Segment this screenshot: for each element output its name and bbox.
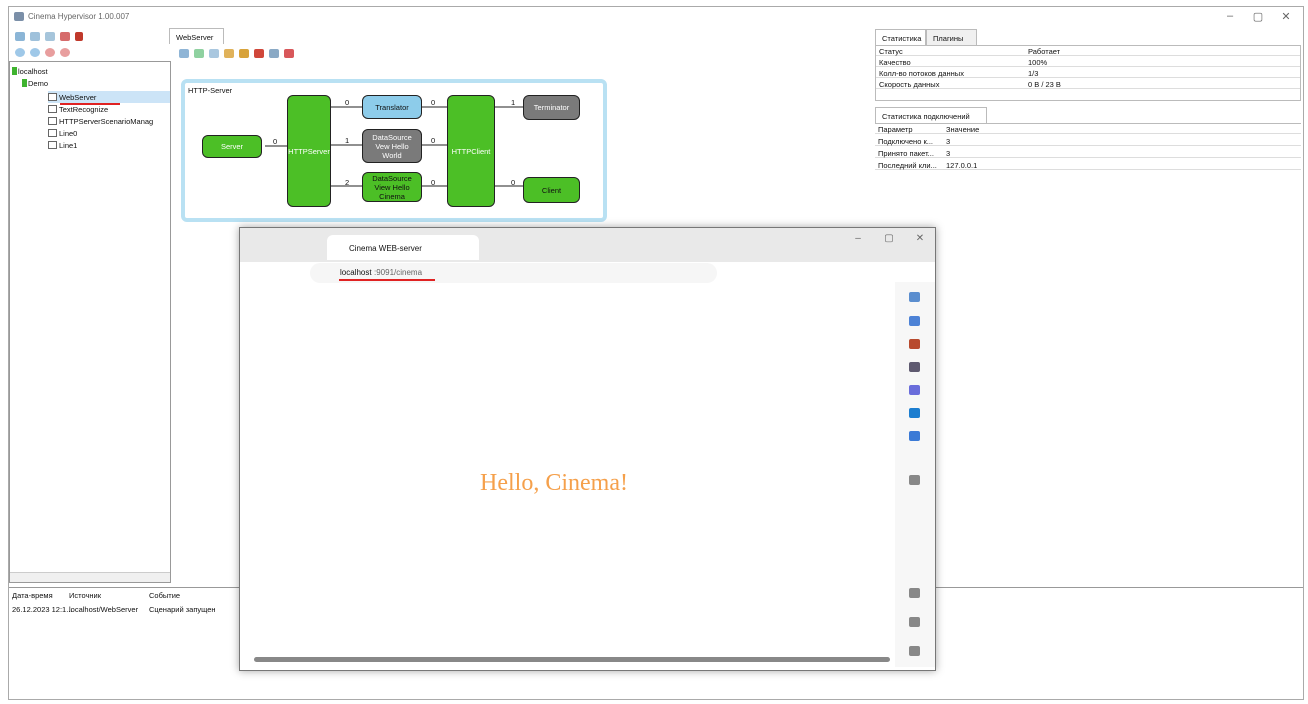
add-icon[interactable] [909, 475, 920, 485]
address-underline [339, 279, 435, 281]
address-path: :9091/cinema [374, 268, 423, 277]
table-row[interactable]: Подключено к... 3 [875, 136, 1301, 146]
app-logo-icon [14, 12, 24, 21]
maximize-button[interactable]: ▢ [1245, 10, 1271, 23]
play-icon[interactable] [15, 48, 25, 57]
pause-icon[interactable] [30, 48, 40, 57]
minimize-button[interactable]: – [1217, 10, 1243, 22]
block-terminator[interactable]: Terminator [523, 95, 580, 120]
diagram-canvas: HTTP-Server Server HTTPServer Translator… [181, 79, 607, 222]
node-icon [48, 141, 57, 149]
tree-node-webserver[interactable]: WebServer [48, 91, 170, 103]
save-icon[interactable] [179, 49, 189, 58]
tree-toolbar-1 [15, 29, 83, 44]
outlook-icon[interactable] [909, 408, 920, 418]
status-row: Скорость данных 0 B / 23 B [876, 79, 1300, 89]
copy-icon[interactable] [209, 49, 219, 58]
tab-statistics[interactable]: Статистика [875, 29, 926, 45]
tree-node-localhost[interactable]: localhost [12, 65, 48, 77]
tab-webserver[interactable]: WebServer [169, 28, 224, 44]
port-label: 0 [345, 98, 350, 107]
port-label: 1 [511, 98, 516, 107]
tab-connection-stats[interactable]: Статистика подключений [875, 107, 987, 123]
briefcase-icon[interactable] [909, 339, 920, 349]
run-icon[interactable] [194, 49, 204, 58]
status-icon [22, 79, 27, 87]
table-row[interactable]: Принято пакет... 3 [875, 148, 1301, 158]
tree-node-httpserverscenariomanag[interactable]: HTTPServerScenarioManag [48, 115, 153, 127]
status-row: Статус Работает [876, 46, 1300, 56]
table-row[interactable]: Последний кли... 127.0.0.1 [875, 160, 1301, 170]
window-title: Cinema Hypervisor 1.00.007 [28, 12, 130, 21]
lock-icon[interactable] [239, 49, 249, 58]
editor-toolbar [179, 46, 294, 61]
sidebar-icon[interactable] [909, 588, 920, 598]
node-icon [48, 105, 57, 113]
tree-node-line1[interactable]: Line1 [48, 139, 77, 151]
chess-icon[interactable] [909, 362, 920, 372]
tree-horizontal-scrollbar[interactable] [10, 572, 170, 582]
scenario-tree: localhost Demo WebServer TextRecognize H… [9, 61, 171, 583]
status-grid: Статус Работает Качество 100% Колл-во пото… [875, 45, 1301, 101]
stop-icon[interactable] [45, 48, 55, 57]
tree-node-demo[interactable]: Demo [22, 77, 48, 89]
remove-icon[interactable] [254, 49, 264, 58]
tag-icon[interactable] [909, 316, 920, 326]
block-httpclient[interactable]: HTTPClient [447, 95, 495, 207]
connect-icon[interactable] [15, 32, 25, 41]
browser-maximize-button[interactable]: ▢ [876, 233, 902, 244]
block-server[interactable]: Server [202, 135, 262, 158]
web-content: Hello, Cinema! [240, 283, 896, 667]
node-icon [48, 93, 57, 101]
paste-icon[interactable] [224, 49, 234, 58]
connection-grid: Параметр Значение Подключено к... 3 Принят… [875, 123, 1301, 183]
status-icon [12, 67, 17, 75]
title-bar: Cinema Hypervisor 1.00.007 – ▢ ✕ [9, 7, 1303, 28]
port-label: 0 [431, 136, 436, 145]
settings-icon[interactable] [909, 646, 920, 656]
block-httpserver[interactable]: HTTPServer [287, 95, 331, 207]
port-label: 2 [345, 178, 350, 187]
port-label: 0 [431, 98, 436, 107]
address-host: localhost [340, 268, 372, 277]
browser-minimize-button[interactable]: – [845, 233, 871, 244]
tab-plugins[interactable]: Плагины [926, 29, 977, 45]
browser-tab[interactable]: Cinema WEB-server [327, 235, 479, 260]
browser-window: Cinema WEB-server – ▢ ✕ localhost :9091/… [239, 227, 936, 671]
port-label: 0 [273, 137, 278, 146]
address-bar[interactable]: localhost :9091/cinema [310, 263, 717, 283]
block-translator[interactable]: Translator [362, 95, 422, 119]
folder-icon[interactable] [45, 32, 55, 41]
flag-icon[interactable] [284, 49, 294, 58]
port-label: 1 [345, 136, 350, 145]
tree-node-line0[interactable]: Line0 [48, 127, 77, 139]
block-client[interactable]: Client [523, 177, 580, 203]
status-row: Колл-во потоков данных 1/3 [876, 68, 1300, 78]
horizontal-scrollbar[interactable] [254, 657, 890, 662]
message-icon[interactable] [909, 431, 920, 441]
popout-icon[interactable] [909, 617, 920, 627]
block-datasource-cinema[interactable]: DataSource View Hello Cinema [362, 172, 422, 202]
tree-toolbar-2 [15, 45, 70, 60]
selection-underline [60, 103, 120, 105]
block-datasource-world[interactable]: DataSource Vew Hello World [362, 129, 422, 163]
close-button[interactable]: ✕ [1273, 10, 1299, 23]
table-header: Параметр Значение [875, 124, 1301, 134]
status-row: Качество 100% [876, 57, 1300, 67]
node-icon [48, 129, 57, 137]
browser-sidebar [895, 282, 935, 667]
node-icon [48, 117, 57, 125]
browser-close-button[interactable]: ✕ [907, 233, 933, 244]
page-heading: Hello, Cinema! [480, 470, 628, 496]
port-label: 0 [511, 178, 516, 187]
delete-icon[interactable] [75, 32, 83, 41]
server-icon[interactable] [30, 32, 40, 41]
office-icon[interactable] [909, 385, 920, 395]
tools-icon[interactable] [269, 49, 279, 58]
record-icon[interactable] [60, 48, 70, 57]
search-icon[interactable] [909, 292, 920, 302]
refresh-icon[interactable] [60, 32, 70, 41]
port-label: 0 [431, 178, 436, 187]
